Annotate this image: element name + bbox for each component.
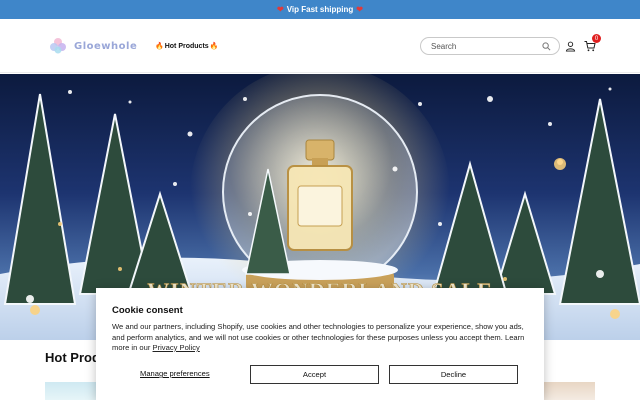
manage-preferences-button[interactable]: Manage preferences bbox=[140, 369, 210, 378]
announcement-bar: ❤ Vip Fast shipping ❤ bbox=[0, 0, 640, 19]
logo[interactable]: Gloewhole bbox=[48, 36, 137, 56]
heart-icon: ❤ bbox=[277, 5, 284, 14]
cookie-actions: Manage preferences Accept Decline bbox=[96, 365, 544, 385]
account-icon bbox=[565, 41, 575, 52]
fire-icon: 🔥 bbox=[209, 43, 219, 50]
logo-icon bbox=[50, 38, 66, 54]
search-icon[interactable] bbox=[542, 41, 551, 51]
heart-icon: ❤ bbox=[356, 5, 363, 14]
nav-hot-products[interactable]: 🔥 Hot Products 🔥 bbox=[155, 42, 219, 51]
announcement-text: Vip Fast shipping bbox=[286, 5, 354, 14]
account-button[interactable] bbox=[564, 40, 576, 52]
nav-hot-products-label: Hot Products bbox=[164, 42, 209, 50]
privacy-policy-link[interactable]: Privacy Policy bbox=[153, 343, 200, 352]
search-input[interactable] bbox=[431, 41, 542, 51]
search-bar[interactable] bbox=[420, 37, 560, 55]
site-header: Gloewhole 🔥 Hot Products 🔥 0 bbox=[0, 19, 640, 73]
cart-count-badge: 0 bbox=[592, 34, 601, 43]
product-card-image[interactable] bbox=[540, 382, 595, 400]
accept-button[interactable]: Accept bbox=[250, 365, 379, 384]
decline-button[interactable]: Decline bbox=[389, 365, 518, 384]
cart-button[interactable]: 0 bbox=[584, 34, 601, 52]
cookie-title: Cookie consent bbox=[112, 305, 183, 316]
logo-text: Gloewhole bbox=[74, 40, 138, 52]
cookie-body: We and our partners, including Shopify, … bbox=[112, 322, 528, 354]
fire-icon: 🔥 bbox=[155, 43, 164, 50]
cookie-consent-dialog: Cookie consent We and our partners, incl… bbox=[96, 288, 544, 400]
